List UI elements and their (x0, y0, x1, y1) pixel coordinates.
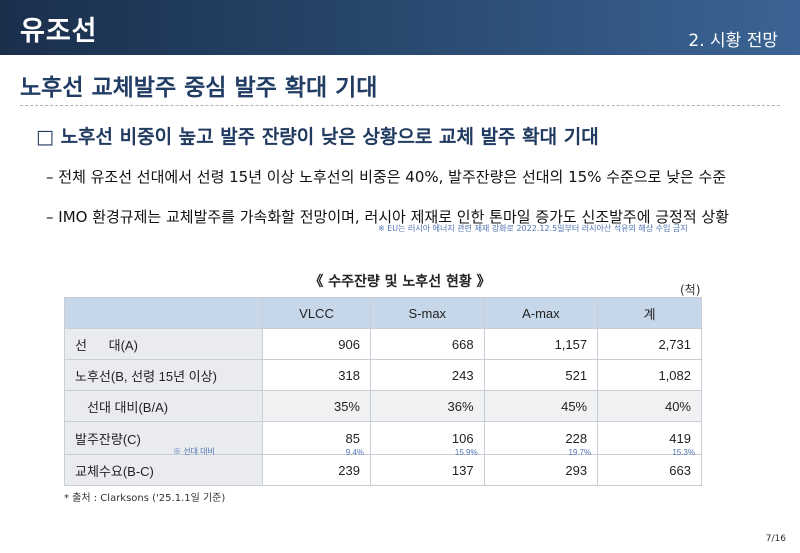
eu-sanction-note: ※ EU는 러시아 에너지 관련 제재 강화로 2022.12.5일부터 러시아… (378, 224, 688, 233)
slide-category-title: 유조선 (20, 16, 98, 47)
table-row: 선대 대비(B/A) 35% 36% 45% 40% (64, 390, 702, 422)
cell-value: 85 (345, 430, 360, 446)
table-cell: 36% (370, 390, 485, 422)
table-cell: 521 (484, 359, 599, 391)
table-cell: 1,082 (597, 359, 702, 391)
cell-value: 228 (565, 430, 588, 446)
table-header-row: VLCC S-max A-max 계 (64, 297, 702, 329)
source-note: * 출처 : Clarksons ('25.1.1일 기준) (64, 493, 226, 504)
table-cell: 45% (484, 390, 599, 422)
table-cell: 663 (597, 454, 702, 486)
cell-value: 419 (669, 430, 691, 446)
page-number: 7/16 (765, 534, 786, 544)
table-cell: 243 (370, 359, 485, 391)
table-cell: 318 (262, 359, 371, 391)
table-cell: 239 (262, 454, 371, 486)
table-cell: 85 ※ 선대 대비 9.4% (173, 421, 371, 457)
col-header: VLCC (262, 297, 371, 329)
header-corner (64, 297, 263, 329)
col-header: 계 (597, 297, 702, 329)
table-cell: 668 (370, 328, 485, 360)
table-cell: 1,157 (484, 328, 599, 360)
table-cell: 2,731 (597, 328, 702, 360)
ratio-note-label: ※ 선대 대비 (173, 447, 215, 456)
table-cell: 906 (262, 328, 371, 360)
col-header: S-max (370, 297, 485, 329)
table-row: 선 대(A) 906 668 1,157 2,731 (64, 328, 702, 360)
col-header: A-max (483, 297, 599, 329)
slide-subtitle: 노후선 교체발주 중심 발주 확대 기대 (20, 75, 378, 101)
row-label: 노후선(B, 선령 15년 이상) (64, 359, 263, 391)
headline: □ 노후선 비중이 높고 발주 잔량이 낮은 상황으로 교체 발주 확대 기대 (36, 126, 599, 148)
table-cell: 137 (370, 454, 485, 486)
table-cell: 40% (597, 390, 702, 422)
section-label: 2. 시황 전망 (688, 31, 778, 51)
dashed-divider (20, 105, 780, 106)
table-cell: 419 15.3% (597, 421, 702, 457)
table-row: 교체수요(B-C) 239 137 293 663 (64, 454, 702, 486)
bullet-1: – 전체 유조선 선대에서 선령 15년 이상 노후선의 비중은 40%, 발주… (46, 168, 727, 186)
orderbook-table: VLCC S-max A-max 계 선 대(A) 906 668 1,157 … (64, 297, 702, 486)
row-label: 선대 대비(B/A) (64, 390, 263, 422)
table-cell: 35% (262, 390, 371, 422)
row-label: 교체수요(B-C) (64, 454, 263, 486)
row-label: 발주잔량(C) (64, 421, 263, 455)
table-row: 발주잔량(C) 85 ※ 선대 대비 9.4% 106 15.9% 228 19… (64, 421, 702, 457)
table-cell: 293 (484, 454, 599, 486)
row-label: 선 대(A) (64, 328, 263, 360)
table-cell: 228 19.7% (484, 421, 599, 457)
table-cell: 106 15.9% (370, 421, 485, 457)
table-unit: (척) (680, 283, 701, 297)
table-row: 노후선(B, 선령 15년 이상) 318 243 521 1,082 (64, 359, 702, 391)
cell-value: 106 (451, 430, 474, 446)
header-banner: 유조선 2. 시황 전망 (0, 0, 800, 55)
